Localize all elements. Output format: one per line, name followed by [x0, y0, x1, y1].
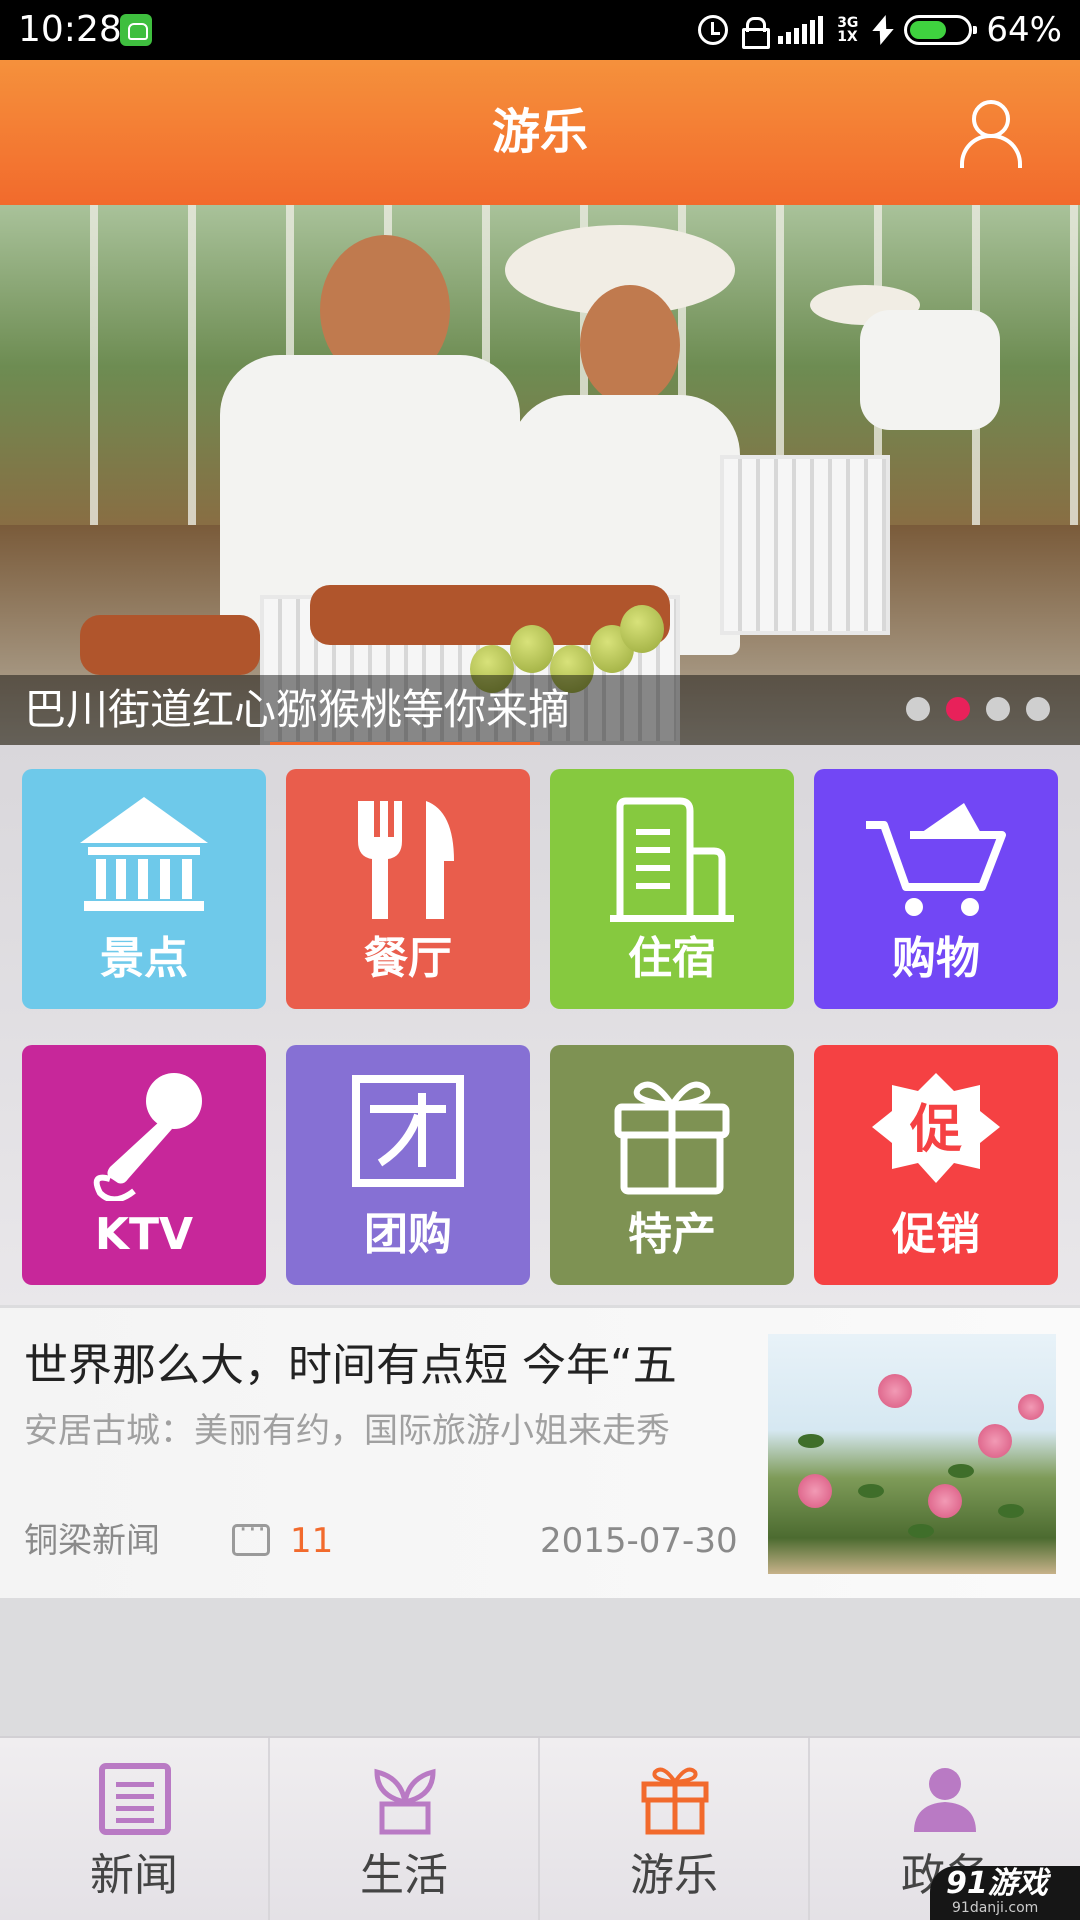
status-icons: 3G 1X 64% — [698, 8, 1062, 52]
group-buy-icon — [352, 1075, 464, 1187]
news-date: 2015-07-30 — [540, 1521, 738, 1561]
news-comment-count: 11 — [290, 1521, 334, 1561]
category-tile-groupbuy[interactable]: 团购 — [286, 1045, 530, 1285]
gift-icon — [614, 1081, 730, 1195]
category-label: 餐厅 — [364, 933, 452, 984]
category-label: 景点 — [100, 933, 188, 984]
status-time: 10:28 — [18, 9, 122, 50]
carousel-dot[interactable] — [1026, 697, 1050, 721]
svg-text:促: 促 — [909, 1100, 962, 1160]
nav-item-entertainment[interactable]: 游乐 — [540, 1738, 810, 1920]
page-title: 游乐 — [491, 104, 588, 160]
nav-item-life[interactable]: 生活 — [270, 1738, 540, 1920]
banner-caption-bar: 巴川街道红心猕猴桃等你来摘 — [0, 675, 1080, 745]
status-bar: 10:28 3G 1X 64% — [0, 0, 1080, 60]
bottom-nav: 新闻 生活 游乐 政务 — [0, 1736, 1080, 1920]
person-icon — [914, 1768, 976, 1832]
category-tile-hotel[interactable]: 住宿 — [550, 769, 794, 1009]
app-header: 游乐 — [0, 60, 1080, 205]
category-tile-restaurant[interactable]: 餐厅 — [286, 769, 530, 1009]
category-label: 住宿 — [628, 933, 716, 984]
charging-icon — [872, 15, 890, 45]
nav-label: 生活 — [360, 1850, 448, 1901]
banner-carousel[interactable]: 巴川街道红心猕猴桃等你来摘 — [0, 205, 1080, 745]
network-type: 3G 1X — [837, 15, 859, 45]
shopping-cart-icon — [866, 803, 1006, 916]
category-label: 特产 — [628, 1209, 716, 1260]
watermark-sub: 91danji.com — [952, 1900, 1039, 1916]
category-label: 购物 — [892, 933, 980, 984]
news-subtitle: 安居古城：美丽有约，国际旅游小姐来走秀 — [24, 1411, 670, 1451]
app-notification-icon — [120, 14, 152, 46]
microphone-icon — [93, 1073, 202, 1201]
watermark-text: 91游戏 — [946, 1866, 1048, 1901]
hotel-building-icon — [610, 797, 734, 922]
news-icon — [99, 1763, 171, 1835]
alarm-icon — [698, 15, 729, 45]
category-grid: 景点 餐厅 住宿 购物 KTV 团购 特产 促 促销 — [0, 745, 1080, 1305]
category-label: KTV — [94, 1209, 194, 1260]
user-icon[interactable] — [958, 100, 1022, 168]
category-tile-shopping[interactable]: 购物 — [814, 769, 1058, 1009]
news-item[interactable]: 世界那么大，时间有点短 今年“五 安居古城：美丽有约，国际旅游小姐来走秀 铜梁新… — [0, 1308, 1080, 1598]
category-label: 团购 — [364, 1209, 452, 1260]
temple-icon — [80, 797, 208, 911]
battery-icon — [904, 15, 978, 45]
nav-label: 新闻 — [90, 1850, 178, 1901]
watermark-logo: 91游戏 91danji.com — [930, 1866, 1080, 1920]
battery-percent: 64% — [986, 10, 1062, 50]
signal-icon — [778, 16, 824, 44]
news-title: 世界那么大，时间有点短 今年“五 — [24, 1340, 677, 1391]
banner-caption: 巴川街道红心猕猴桃等你来摘 — [24, 685, 571, 734]
carousel-dot[interactable] — [986, 697, 1010, 721]
category-tile-specialty[interactable]: 特产 — [550, 1045, 794, 1285]
category-tile-promo[interactable]: 促 促销 — [814, 1045, 1058, 1285]
gift-icon — [641, 1767, 709, 1835]
category-tile-scenic[interactable]: 景点 — [22, 769, 266, 1009]
carousel-dot[interactable] — [906, 697, 930, 721]
carousel-indicator — [906, 697, 1050, 721]
nav-label: 游乐 — [630, 1850, 718, 1901]
category-label: 促销 — [892, 1209, 980, 1260]
lock-icon — [742, 17, 771, 49]
fork-knife-icon — [358, 801, 454, 919]
promo-badge-icon: 促 — [872, 1073, 1000, 1183]
news-thumbnail — [768, 1334, 1056, 1574]
plant-icon — [374, 1768, 436, 1835]
nav-item-news[interactable]: 新闻 — [0, 1738, 270, 1920]
category-tile-ktv[interactable]: KTV — [22, 1045, 266, 1285]
carousel-dot-active[interactable] — [946, 697, 970, 721]
comment-icon — [232, 1515, 270, 1556]
news-source: 铜梁新闻 — [24, 1521, 160, 1561]
